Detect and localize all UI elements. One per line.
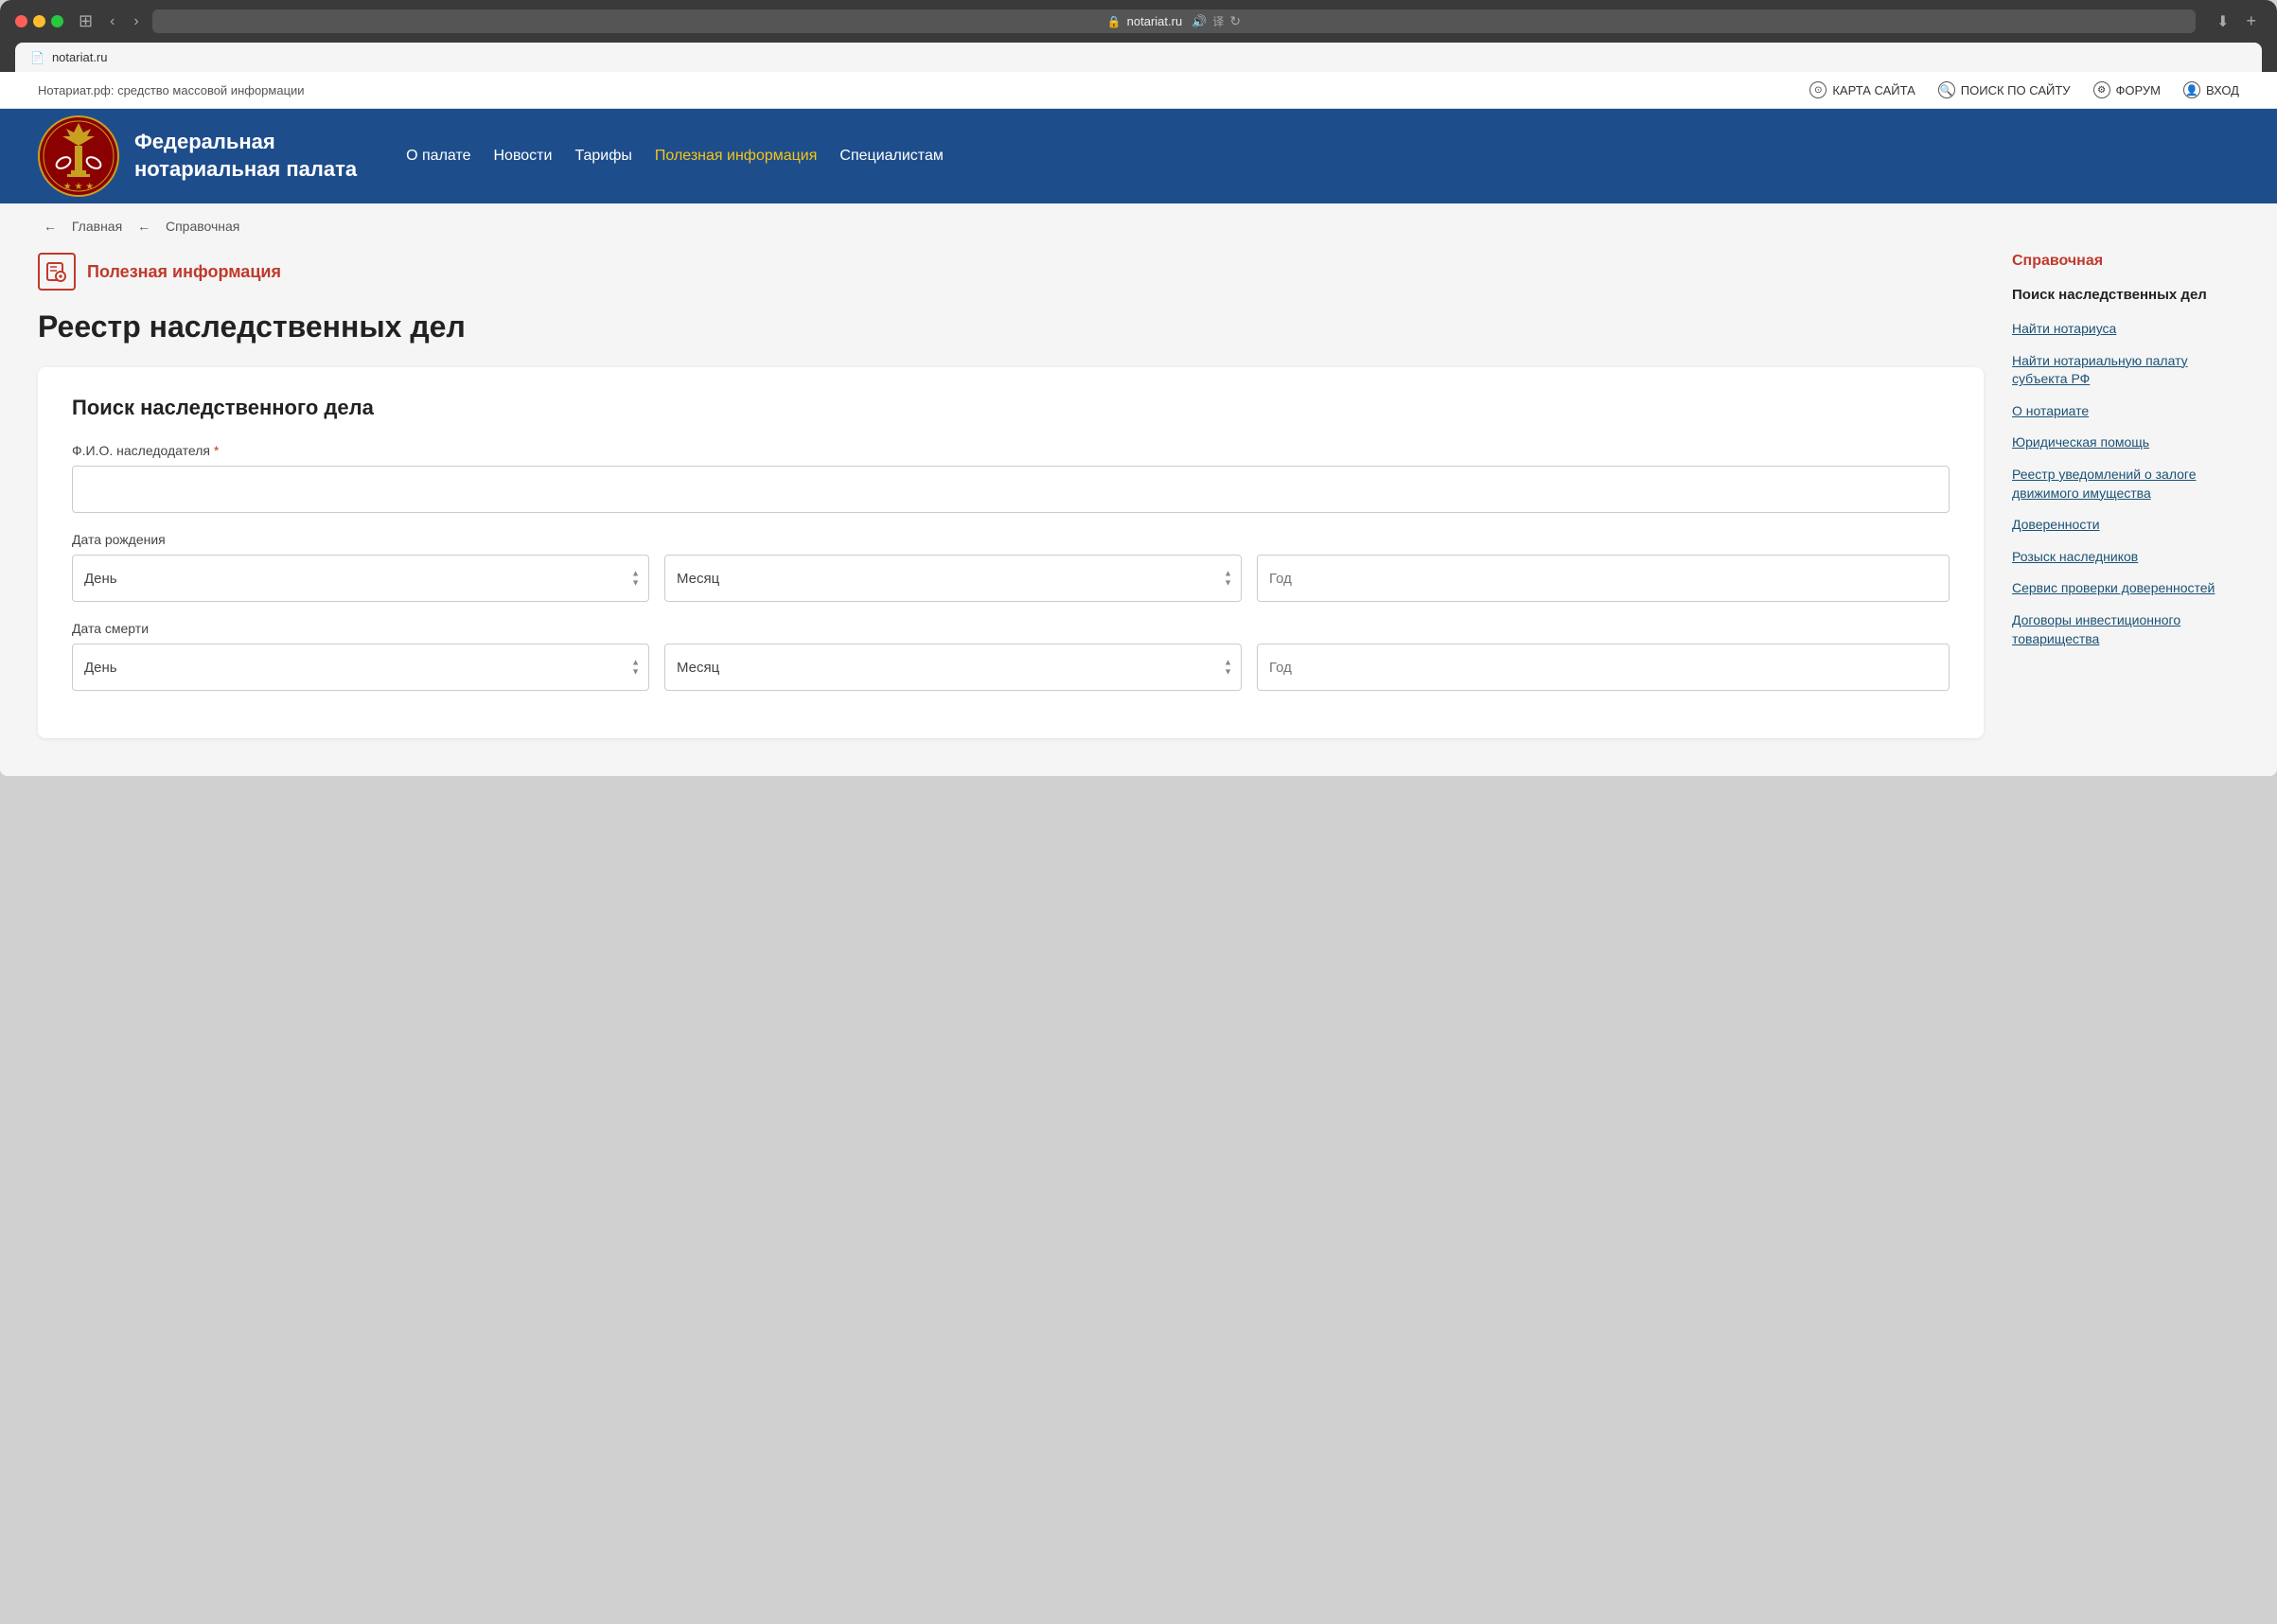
nav-news[interactable]: Новости [483,148,564,165]
url-text: notariat.ru [1127,14,1183,28]
breadcrumb-arrow-home: ← [44,219,57,234]
login-icon: 👤 [2183,81,2200,98]
sidebar-toggle-icon[interactable]: ⊞ [79,11,93,31]
form-title: Поиск наследственного дела [72,396,1950,420]
search-form-box: Поиск наследственного дела Ф.И.О. наслед… [38,367,1984,738]
name-label: Ф.И.О. наследодателя * [72,443,1950,458]
main-nav: О палате Новости Тарифы Полезная информа… [395,148,955,165]
sidebar-link-about-notary[interactable]: О нотариате [2012,402,2239,421]
forum-icon: ⚙ [2093,81,2110,98]
browser-content: Нотариат.рф: средство массовой информаци… [0,72,2277,776]
svg-text:★ ★ ★: ★ ★ ★ [63,182,94,192]
sidebar-link-proxy[interactable]: Доверенности [2012,516,2239,535]
death-date-label: Дата смерти [72,621,1950,636]
refresh-icon[interactable]: ↻ [1229,13,1241,29]
browser-toolbar: ⊞ ‹ › 🔒 notariat.ru 🔊 译 ↻ ⬇ + [15,9,2262,33]
minimize-button[interactable] [33,15,45,27]
site-description: Нотариат.рф: средство массовой информаци… [38,83,305,97]
audio-icon: 🔊 [1191,14,1207,29]
download-icon[interactable]: ⬇ [2211,9,2234,33]
sidebar-link-find-notary[interactable]: Найти нотариуса [2012,320,2239,339]
forum-link[interactable]: ⚙ ФОРУМ [2093,81,2161,98]
content-wrapper: Полезная информация Реестр наследственны… [0,234,2277,776]
main-header: ★ ★ ★ Федеральная нотариальная палата О … [0,109,2277,203]
birth-month-select[interactable]: Месяц [664,555,1242,602]
utility-bar: Нотариат.рф: средство массовой информаци… [0,72,2277,109]
breadcrumb: ← Главная ← Справочная [0,203,2277,234]
breadcrumb-reference[interactable]: Справочная [166,219,239,234]
section-title: Полезная информация [87,262,281,282]
login-label: ВХОД [2206,83,2239,97]
sidebar-link-heir-search[interactable]: Розыск наследников [2012,548,2239,567]
death-month-select[interactable]: Месяц [664,644,1242,691]
translate-icon: 译 [1212,13,1224,29]
sidebar-link-find-chamber[interactable]: Найти нотариальную палату субъекта РФ [2012,352,2239,389]
death-day-select[interactable]: День [72,644,649,691]
breadcrumb-home[interactable]: Главная [72,219,122,234]
birth-day-select[interactable]: День [72,555,649,602]
death-year-input[interactable] [1257,644,1950,691]
sidebar-section-title: Справочная [2012,253,2239,270]
name-input[interactable] [72,466,1950,513]
login-link[interactable]: 👤 ВХОД [2183,81,2239,98]
logo-emblem[interactable]: ★ ★ ★ [38,115,119,197]
search-link[interactable]: 🔍 ПОИСК ПО САЙТУ [1938,81,2071,98]
nav-about[interactable]: О палате [395,148,482,165]
traffic-lights [15,15,63,27]
sidebar-link-legal-aid[interactable]: Юридическая помощь [2012,433,2239,452]
nav-useful-info[interactable]: Полезная информация [644,148,829,165]
page-title: Реестр наследственных дел [38,309,1984,344]
sidebar-active-item: Поиск наследственных дел [2012,285,2239,305]
utility-nav: ⊙ КАРТА САЙТА 🔍 ПОИСК ПО САЙТУ ⚙ ФОРУМ 👤… [1809,81,2239,98]
death-month-wrap: Месяц ▲ ▼ [664,644,1242,691]
browser-actions: ⬇ + [2211,9,2262,33]
site-map-label: КАРТА САЙТА [1832,83,1915,97]
lock-icon: 🔒 [1107,15,1121,28]
section-icon [38,253,76,291]
birth-month-wrap: Месяц ▲ ▼ [664,555,1242,602]
tab-label: notariat.ru [52,50,108,64]
site-map-icon: ⊙ [1809,81,1827,98]
main-content: Полезная информация Реестр наследственны… [38,253,1984,738]
birth-year-wrap [1257,555,1950,602]
browser-chrome: ⊞ ‹ › 🔒 notariat.ru 🔊 译 ↻ ⬇ + 📄 notariat… [0,0,2277,72]
nav-tariffs[interactable]: Тарифы [563,148,643,165]
birth-date-row: День ▲ ▼ Месяц ▲ ▼ [72,555,1950,602]
maximize-button[interactable] [51,15,63,27]
birth-year-input[interactable] [1257,555,1950,602]
death-year-wrap [1257,644,1950,691]
sidebar-link-pledge-registry[interactable]: Реестр уведомлений о залоге движимого им… [2012,466,2239,503]
close-button[interactable] [15,15,27,27]
forward-button[interactable]: › [128,11,144,32]
new-tab-button[interactable]: + [2240,9,2262,33]
active-tab[interactable]: 📄 notariat.ru [15,43,2262,72]
back-button[interactable]: ‹ [104,11,120,32]
logo-area: ★ ★ ★ Федеральная нотариальная палата [38,115,357,197]
birth-day-wrap: День ▲ ▼ [72,555,649,602]
death-date-row: День ▲ ▼ Месяц ▲ ▼ [72,644,1950,691]
nav-specialists[interactable]: Специалистам [828,148,954,165]
breadcrumb-arrow-ref: ← [137,219,150,234]
site-title: Федеральная нотариальная палата [134,129,357,183]
birth-date-label: Дата рождения [72,532,1950,547]
section-header: Полезная информация [38,253,1984,291]
tab-favicon: 📄 [30,51,44,64]
sidebar-link-investment[interactable]: Договоры инвестиционного товарищества [2012,611,2239,648]
sidebar: Справочная Поиск наследственных дел Найт… [2012,253,2239,738]
sidebar-link-proxy-check[interactable]: Сервис проверки доверенностей [2012,579,2239,598]
forum-label: ФОРУМ [2116,83,2161,97]
address-bar[interactable]: 🔒 notariat.ru 🔊 译 ↻ [152,9,2196,33]
site-map-link[interactable]: ⊙ КАРТА САЙТА [1809,81,1915,98]
search-icon: 🔍 [1938,81,1955,98]
death-day-wrap: День ▲ ▼ [72,644,649,691]
search-label: ПОИСК ПО САЙТУ [1961,83,2071,97]
